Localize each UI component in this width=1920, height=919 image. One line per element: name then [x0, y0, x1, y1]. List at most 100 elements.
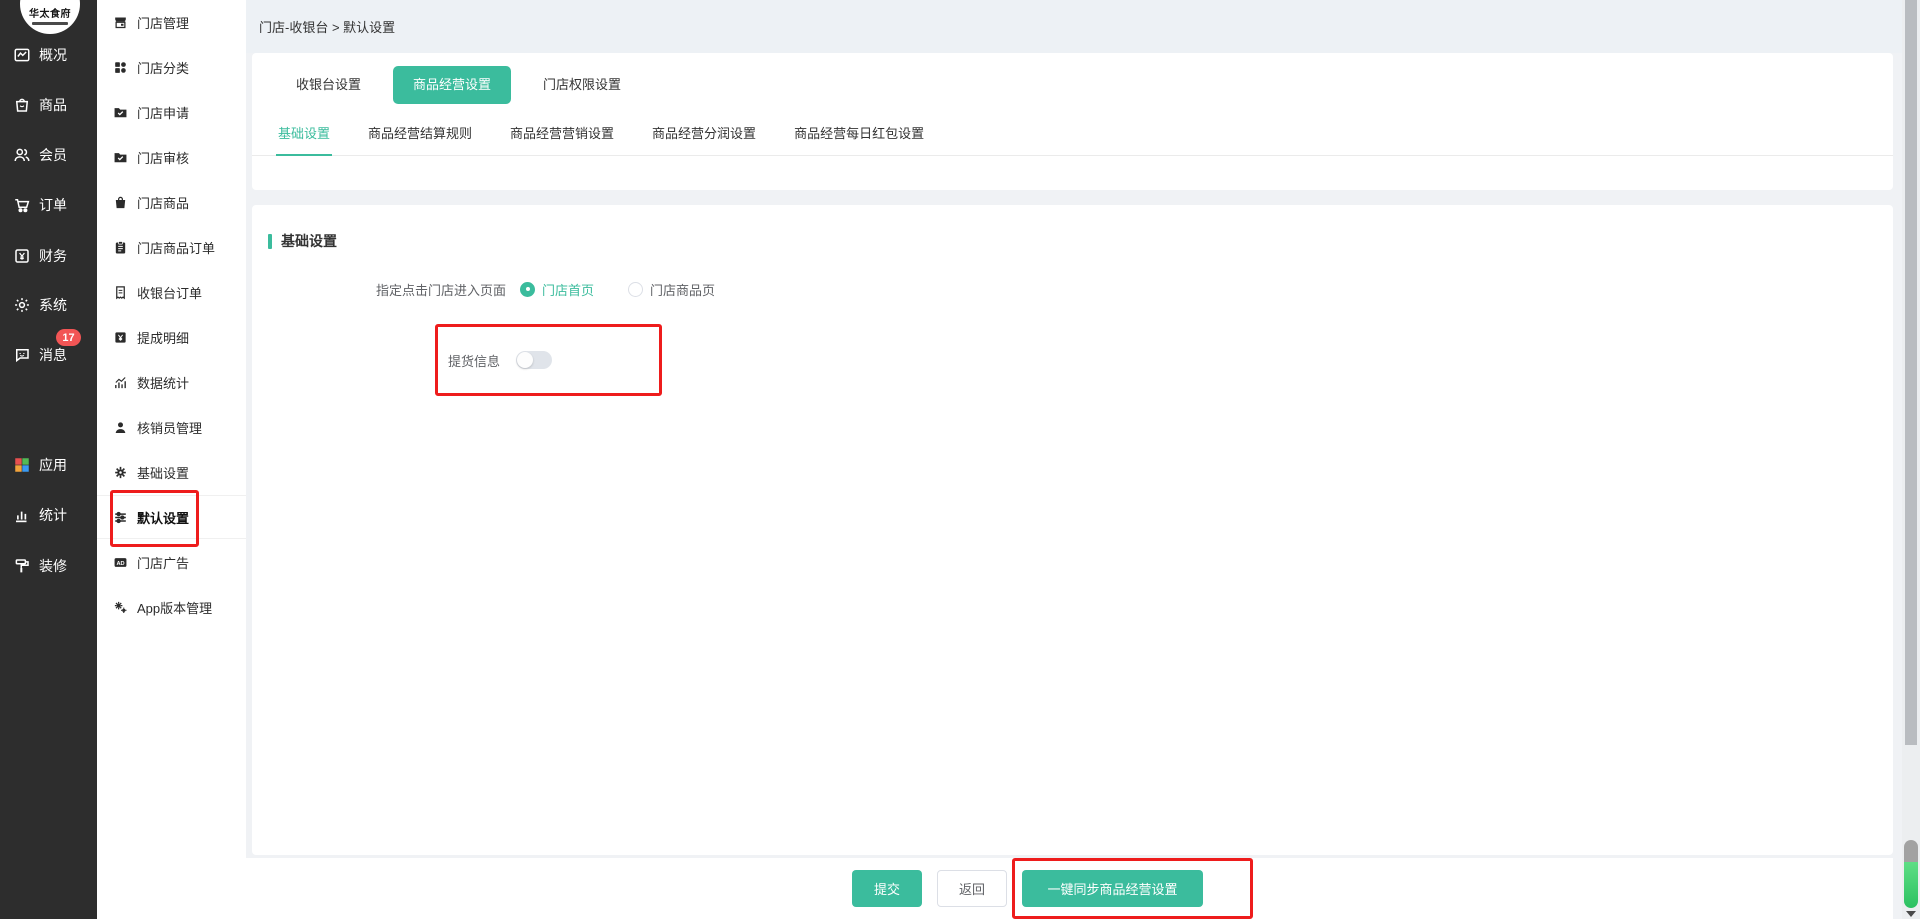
subtab-1[interactable]: 基础设置: [276, 113, 333, 156]
menu-item-gears[interactable]: App版本管理: [97, 585, 246, 630]
secondary-sidebar: 门店管理门店分类 门店申请 门店审核 门店商品门店商品订单 收银台订单提成明细数据统计核…: [97, 0, 246, 919]
scrollbar[interactable]: [1902, 0, 1920, 919]
menu-item-store[interactable]: 门店管理: [97, 0, 246, 45]
sidebar-item-goods[interactable]: 商品: [0, 90, 97, 120]
sidebar-item-label: 会员: [39, 147, 67, 163]
folder-check-icon: [113, 105, 128, 120]
bag-icon: [113, 195, 128, 210]
menu-item-bag[interactable]: 门店商品: [97, 180, 246, 225]
subtab-bar: 基础设置 商品经营结算规则 商品经营营销设置 商品经营分润设置 商品经营每日红包设置: [252, 113, 1893, 156]
entry-page-radio-group: 门店首页 门店商品页: [520, 280, 715, 299]
menu-item-folder-check2[interactable]: 门店审核: [97, 135, 246, 180]
tab-3[interactable]: 门店权限设置: [523, 66, 641, 104]
primary-sidebar: 华太食府 概况商品会员订单财务系统消息 17 应用统计装修: [0, 0, 97, 919]
radio-dot-icon: [628, 281, 644, 297]
footer-action-bar: 提交 返回 一键同步商品经营设置: [246, 858, 1893, 919]
sidebar-item-message[interactable]: 消息 17: [0, 329, 97, 370]
breadcrumb: 门店-收银台 > 默认设置: [259, 20, 396, 35]
subtab-5[interactable]: 商品经营每日红包设置: [792, 113, 926, 155]
sidebar-item-finance[interactable]: 财务: [0, 241, 97, 271]
subtab-3[interactable]: 商品经营营销设置: [508, 113, 616, 155]
scrollbar-thumb-green[interactable]: [1904, 840, 1918, 908]
scrollbar-thumb-body: [1904, 862, 1918, 908]
entry-page-radio-2[interactable]: 门店商品页: [628, 280, 715, 299]
sidebar-item-overview[interactable]: 概况: [0, 40, 97, 70]
sliders-icon: [113, 510, 128, 525]
pickup-row: 提货信息: [448, 327, 553, 393]
person-icon: [113, 420, 128, 435]
brand-logo-subline: [32, 22, 68, 25]
menu-item-label: 门店广告: [137, 556, 190, 571]
sidebar-item-label: 商品: [39, 97, 67, 113]
menu-item-label: 门店管理: [137, 16, 190, 31]
sidebar-item-label: 消息: [39, 347, 67, 363]
pickup-toggle[interactable]: [516, 351, 553, 369]
section-title: 基础设置: [281, 233, 337, 249]
brand-logo: 华太食府: [20, 0, 80, 34]
section-accent-bar: [268, 233, 272, 249]
system-icon: [13, 296, 31, 314]
menu-item-label: 基础设置: [137, 466, 190, 481]
radio-label: 门店首页: [542, 282, 595, 298]
menu-item-folder-check[interactable]: 门店申请: [97, 90, 246, 135]
message-count-badge: 17: [56, 329, 81, 346]
finance-icon: [13, 247, 31, 265]
entry-page-label: 指定点击门店进入页面: [375, 282, 506, 298]
entry-page-row: 指定点击门店进入页面 门店首页 门店商品页: [252, 277, 715, 301]
settings-tabs-card: 收银台设置 商品经营设置 门店权限设置 基础设置 商品经营结算规则 商品经营营销设置 商品…: [252, 53, 1893, 190]
menu-item-commission[interactable]: 提成明细: [97, 315, 246, 360]
menu-item-label: 收银台订单: [137, 286, 203, 301]
main-content: 门店-收银台 > 默认设置 收银台设置 商品经营设置 门店权限设置 基础设置 商品经营…: [246, 0, 1920, 919]
decorate-icon: [13, 557, 31, 575]
radio-label: 门店商品页: [650, 282, 716, 298]
ad-icon: AD: [113, 555, 128, 570]
basic-settings-card: 基础设置 指定点击门店进入页面 门店首页 门店商品页 提货信息: [252, 205, 1893, 855]
order-icon: [13, 196, 31, 214]
menu-item-receipt[interactable]: 收银台订单: [97, 270, 246, 315]
submit-button[interactable]: 提交: [852, 870, 922, 907]
subtab-4[interactable]: 商品经营分润设置: [650, 113, 758, 155]
menu-item-person[interactable]: 核销员管理: [97, 405, 246, 450]
menu-item-chart[interactable]: 数据统计: [97, 360, 246, 405]
menu-item-label: 默认设置: [137, 510, 190, 526]
radio-dot-icon: [520, 281, 535, 297]
clipboard-icon: [113, 240, 128, 255]
commission-icon: [113, 330, 128, 345]
member-icon: [13, 146, 31, 164]
subtab-2[interactable]: 商品经营结算规则: [366, 113, 474, 155]
back-button[interactable]: 返回: [937, 870, 1007, 907]
sidebar-item-label: 订单: [39, 197, 67, 213]
sidebar-item-apps[interactable]: 应用: [0, 450, 97, 480]
sync-settings-button[interactable]: 一键同步商品经营设置: [1022, 870, 1203, 907]
sidebar-item-label: 应用: [39, 457, 67, 473]
menu-item-clipboard[interactable]: 门店商品订单: [97, 225, 246, 270]
sidebar-item-order[interactable]: 订单: [0, 190, 97, 220]
store-icon: [113, 15, 128, 30]
sidebar-item-label: 装修: [39, 558, 67, 574]
brand-name: 华太食府: [29, 9, 71, 20]
breadcrumb-bar: 门店-收银台 > 默认设置: [246, 0, 1920, 53]
annotation-box-pickup: 提货信息: [435, 324, 662, 396]
sidebar-item-stats[interactable]: 统计: [0, 500, 97, 530]
menu-item-label: 数据统计: [137, 376, 190, 391]
category-icon: [113, 60, 128, 75]
scrollbar-thumb-gray[interactable]: [1905, 0, 1917, 745]
sidebar-item-decorate[interactable]: 装修: [0, 551, 97, 581]
entry-page-radio-1[interactable]: 门店首页: [520, 280, 594, 299]
menu-item-label: 提成明细: [137, 331, 190, 346]
sidebar-item-member[interactable]: 会员: [0, 140, 97, 170]
menu-item-ad[interactable]: AD 门店广告: [97, 540, 246, 585]
tab-2[interactable]: 商品经营设置: [393, 66, 512, 104]
sidebar-item-label: 统计: [39, 507, 67, 523]
scrollbar-down-arrow-icon[interactable]: [1906, 911, 1916, 917]
menu-item-sliders[interactable]: 默认设置: [97, 495, 246, 539]
tab-1[interactable]: 收银台设置: [276, 66, 381, 104]
menu-item-label: 门店商品订单: [137, 241, 216, 256]
pickup-toggle-knob: [517, 352, 534, 368]
sidebar-item-system[interactable]: 系统: [0, 290, 97, 320]
menu-item-gear[interactable]: 基础设置: [97, 450, 246, 495]
stats-icon: [13, 506, 31, 524]
chart-icon: [113, 375, 128, 390]
scrollbar-thumb-cap: [1904, 840, 1918, 862]
menu-item-category[interactable]: 门店分类: [97, 45, 246, 90]
